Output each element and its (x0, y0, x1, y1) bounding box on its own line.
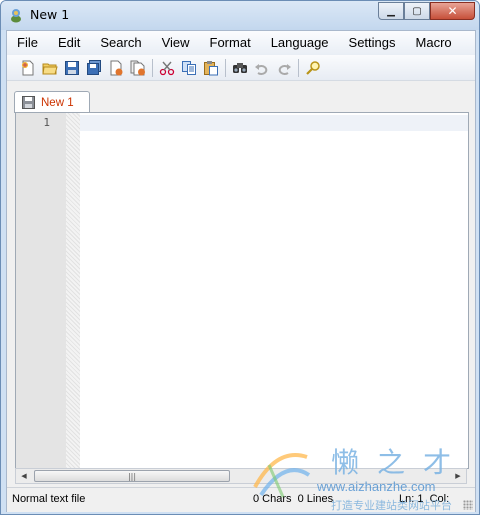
close-button[interactable]: ✕ (430, 2, 475, 20)
menu-settings[interactable]: Settings (339, 31, 406, 55)
app-window: New 1 ▁ ▢ ✕ File Edit Search View Format… (0, 0, 480, 515)
close-window-icon: ✕ (447, 4, 458, 18)
line-number-gutter: 1 (16, 113, 66, 468)
app-icon (11, 9, 21, 23)
save-all-icon (87, 59, 101, 75)
new-file-button[interactable] (17, 57, 39, 79)
undo-icon (255, 63, 268, 75)
scroll-left-icon: ◀ (21, 472, 27, 480)
maximize-icon: ▢ (412, 5, 422, 17)
menu-view[interactable]: View (152, 31, 200, 55)
grip-icon: ||| (127, 471, 137, 481)
tab-bar: New 1 (7, 82, 475, 113)
close-icon (110, 60, 123, 75)
undo-button[interactable] (251, 57, 273, 79)
close-all-icon (130, 60, 145, 75)
menu-edit[interactable]: Edit (48, 31, 90, 55)
find-replace-button[interactable] (302, 57, 324, 79)
toolbar (7, 55, 475, 81)
paste-button[interactable] (200, 57, 222, 79)
save-icon (65, 60, 79, 75)
watermark-logo-icon (253, 453, 311, 498)
current-line-highlight (80, 115, 468, 131)
find-button[interactable] (229, 57, 251, 79)
toolbar-separator (298, 58, 299, 77)
menu-file[interactable]: File (7, 31, 48, 55)
cut-icon (159, 61, 175, 75)
copy-button[interactable] (178, 57, 200, 79)
client-area: File Edit Search View Format Language Se… (6, 30, 476, 512)
saved-file-icon (22, 96, 35, 109)
redo-button[interactable] (273, 57, 295, 79)
cut-button[interactable] (156, 57, 178, 79)
toolbar-separator (152, 58, 153, 77)
menu-format[interactable]: Format (200, 31, 261, 55)
scroll-left-button[interactable]: ◀ (16, 469, 32, 483)
close-all-button[interactable] (127, 57, 149, 79)
paste-icon (204, 60, 218, 75)
title-bar[interactable]: New 1 ▁ ▢ ✕ (1, 1, 479, 30)
find-replace-icon (306, 60, 320, 75)
watermark-url: www.aizhanzhe.com (317, 479, 436, 494)
tab-new-1[interactable]: New 1 (14, 91, 90, 113)
open-file-button[interactable] (39, 57, 61, 79)
minimize-icon: ▁ (387, 5, 395, 17)
text-editor[interactable]: 1 (15, 112, 469, 469)
watermark-chinese: 懒之才 (331, 446, 470, 479)
watermark-slogan: 打造专业建站类网站平台 (331, 499, 452, 512)
fold-margin[interactable] (66, 113, 80, 468)
menu-macro[interactable]: Macro (406, 31, 462, 55)
menu-language[interactable]: Language (261, 31, 339, 55)
new-file-icon (22, 60, 34, 75)
window-controls: ▁ ▢ ✕ (378, 2, 475, 20)
save-button[interactable] (61, 57, 83, 79)
resize-grip-icon[interactable] (463, 500, 473, 510)
window-title: New 1 (30, 7, 70, 22)
menu-search[interactable]: Search (90, 31, 151, 55)
minimize-button[interactable]: ▁ (378, 2, 404, 20)
open-file-icon (42, 63, 58, 74)
find-icon (233, 62, 247, 73)
line-number: 1 (43, 116, 50, 129)
menu-bar: File Edit Search View Format Language Se… (7, 31, 475, 55)
close-file-button[interactable] (105, 57, 127, 79)
maximize-button[interactable]: ▢ (404, 2, 430, 20)
status-file-type: Normal text file (12, 493, 86, 505)
copy-icon (182, 60, 196, 75)
redo-icon (278, 63, 291, 75)
scrollbar-thumb[interactable]: ||| (34, 470, 230, 482)
save-all-button[interactable] (83, 57, 105, 79)
tab-label: New 1 (41, 96, 74, 109)
toolbar-separator (225, 58, 226, 77)
